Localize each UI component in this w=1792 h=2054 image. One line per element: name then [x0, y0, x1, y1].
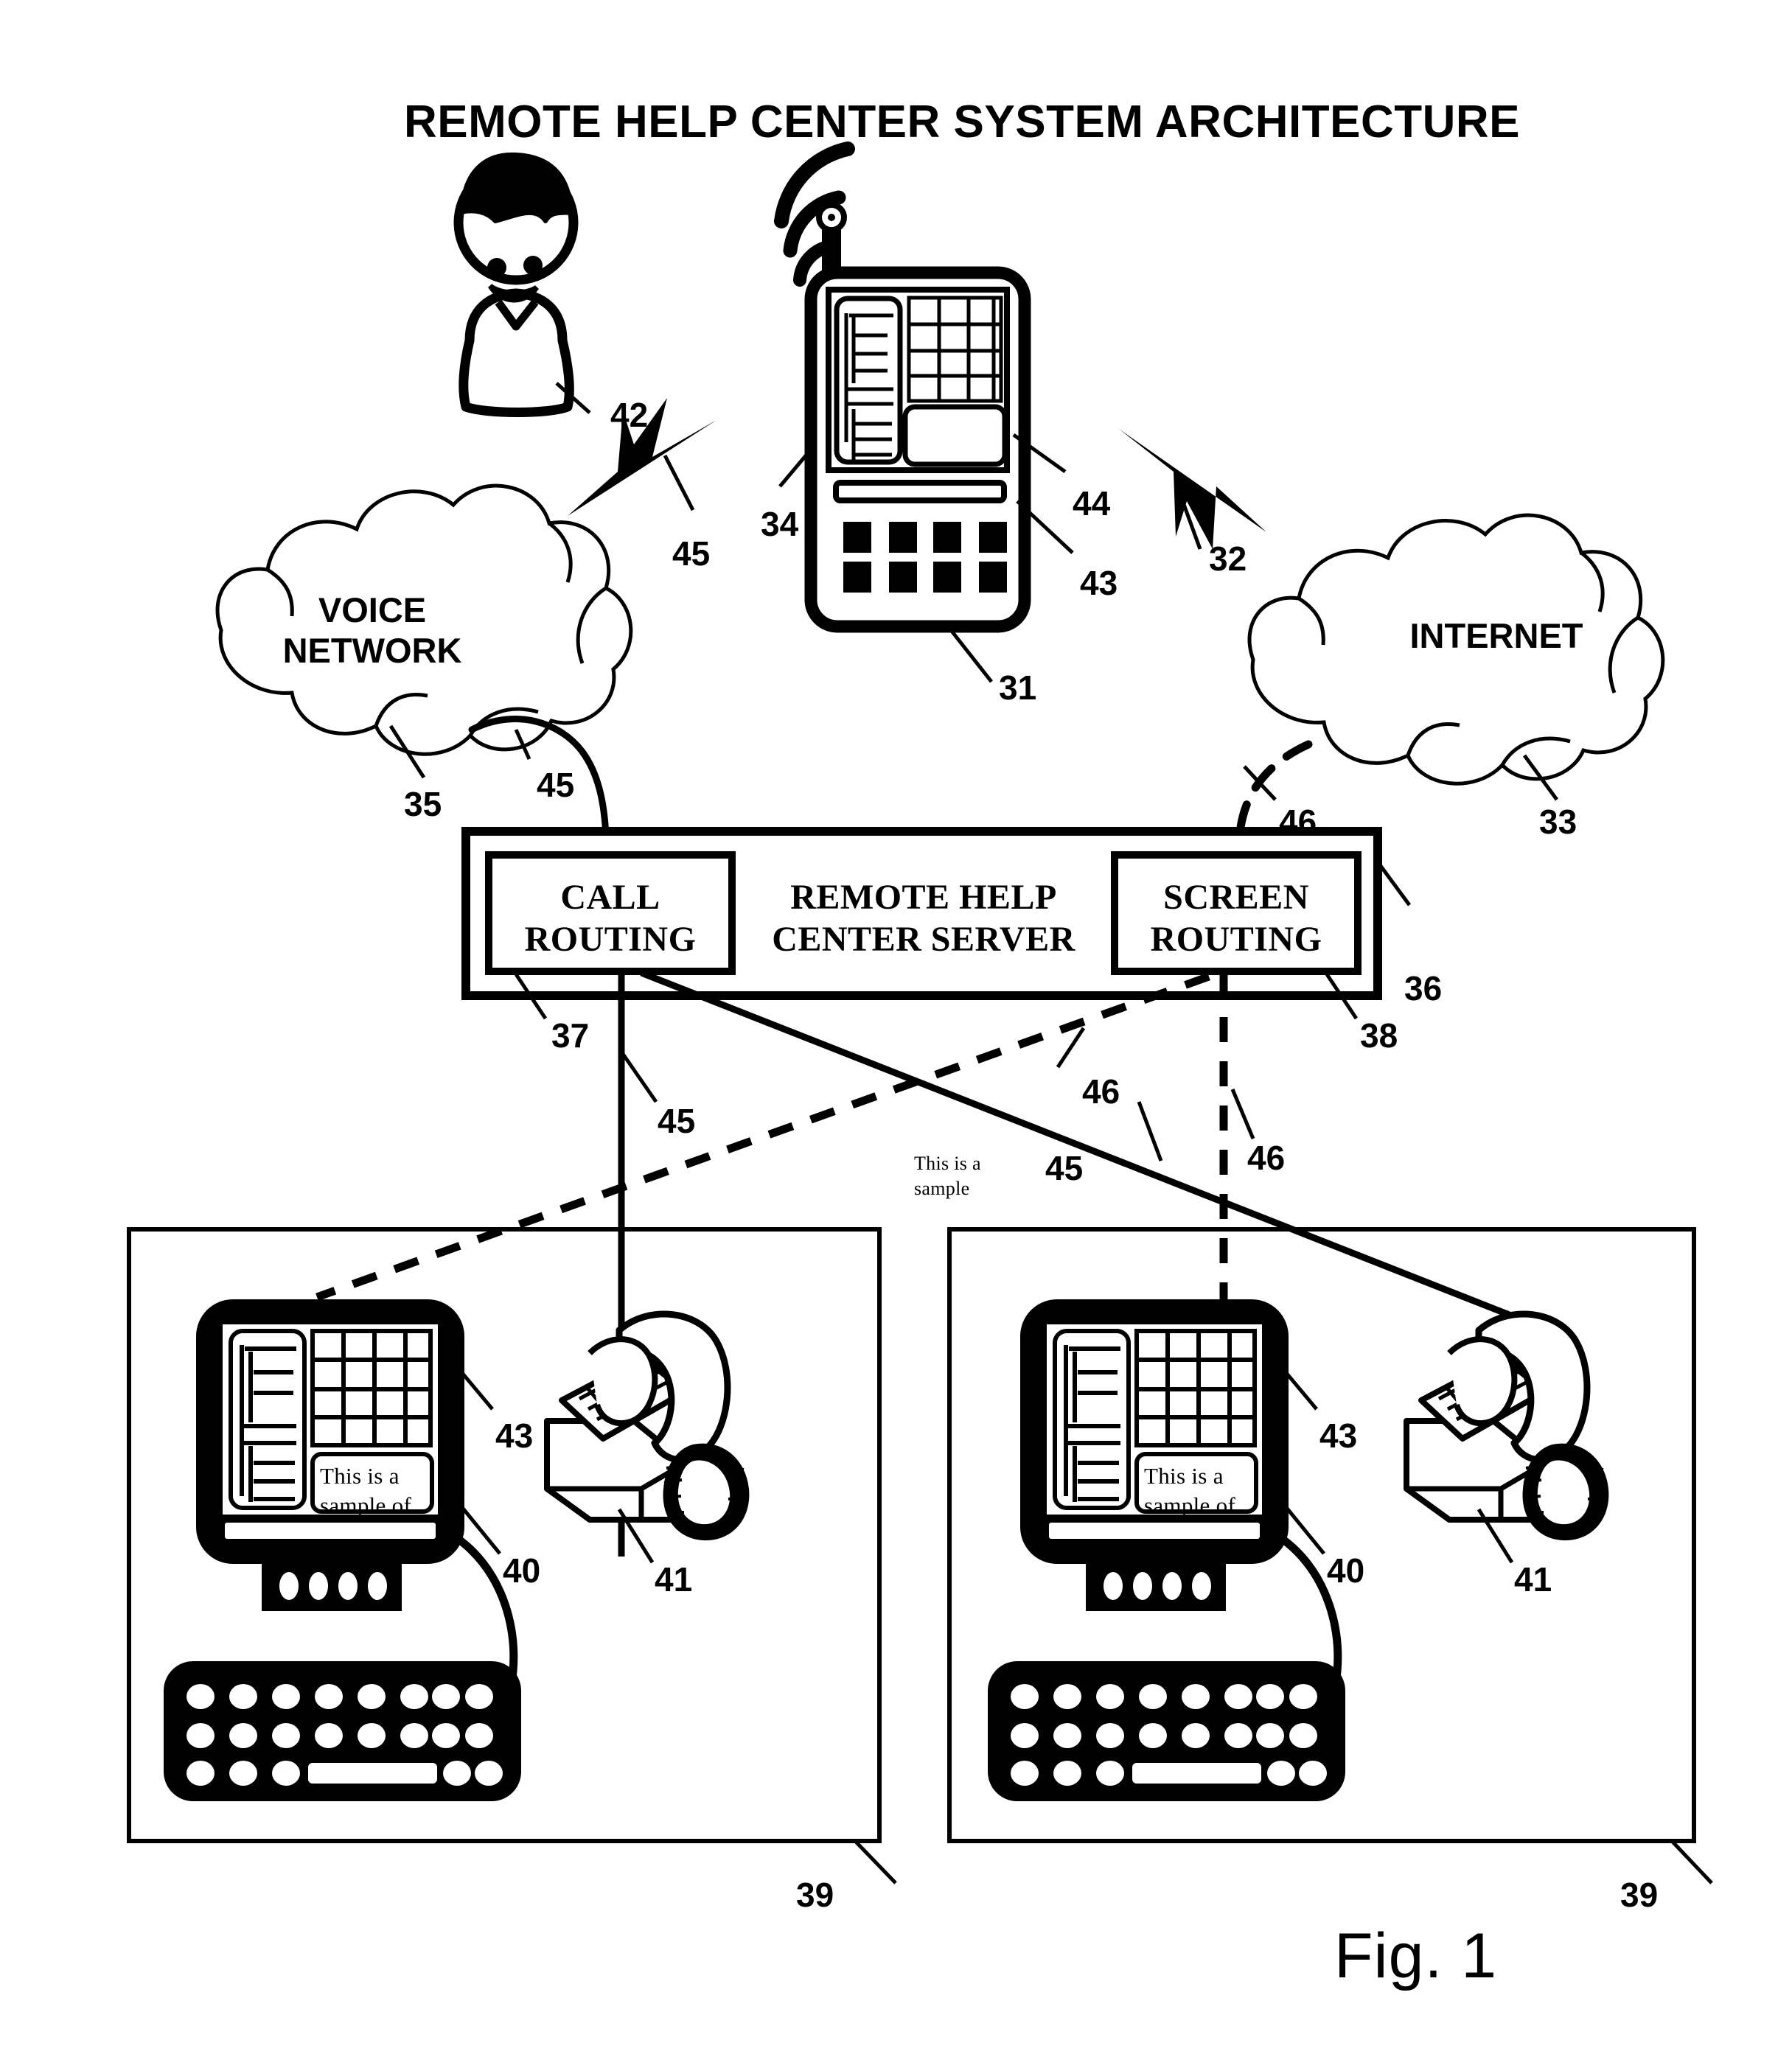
ref-34: 34	[761, 505, 799, 543]
ref-46-right: 46	[1247, 1139, 1286, 1177]
ref-41-left: 41	[655, 1560, 693, 1599]
leader-46-right	[1230, 1089, 1255, 1139]
link-screen-to-left-workstation	[315, 972, 1210, 1302]
telephone-left	[544, 1310, 750, 1564]
internet-label: INTERNET	[1409, 616, 1583, 655]
ref-37: 37	[551, 1016, 590, 1055]
voice-network-label: VOICE NETWORK	[282, 590, 462, 671]
figure-number: Fig. 1	[1334, 1921, 1498, 1991]
mobile-device	[804, 202, 1031, 633]
ref-38: 38	[1360, 1016, 1398, 1055]
page-title: REMOTE HELP CENTER SYSTEM ARCHITECTURE	[404, 97, 1520, 147]
ref-45-left: 45	[658, 1102, 696, 1140]
ref-43-right: 43	[1319, 1417, 1358, 1455]
screen-routing-label[interactable]: SCREEN ROUTING	[1118, 877, 1354, 960]
user-person-icon	[453, 152, 579, 417]
leader-45-right	[1137, 1101, 1163, 1162]
leader-39-right	[1670, 1840, 1713, 1884]
leader-45-left	[621, 1052, 658, 1103]
workstation-left-screen-text: This is a sample of	[320, 1463, 412, 1519]
ref-42: 42	[610, 396, 649, 434]
ref-40-right: 40	[1327, 1551, 1365, 1590]
ref-35: 35	[404, 785, 442, 823]
diagram-line-art	[127, 142, 1713, 1884]
workstation-right-screen-text: This is a sample of	[1144, 1463, 1236, 1519]
leader-46-mid	[1056, 1027, 1086, 1069]
leader-39-left	[854, 1840, 897, 1884]
ref-45-cloud: 45	[537, 766, 575, 804]
ref-36: 36	[1404, 969, 1443, 1007]
ref-44: 44	[1073, 484, 1111, 523]
call-routing-label[interactable]: CALL ROUTING	[492, 877, 728, 960]
leader-31	[949, 629, 993, 683]
workstation-right	[988, 1299, 1609, 1801]
leader-45-wireless	[663, 454, 695, 511]
ref-46-mid: 46	[1082, 1072, 1120, 1111]
ref-32: 32	[1209, 539, 1247, 578]
ref-33: 33	[1539, 803, 1577, 841]
ref-39-right: 39	[1620, 1876, 1659, 1914]
ref-45-right: 45	[1045, 1149, 1084, 1187]
ref-39-left: 39	[796, 1876, 834, 1914]
server-title: REMOTE HELP CENTER SERVER	[772, 878, 1075, 959]
ref-43-left: 43	[495, 1417, 534, 1455]
ref-45-wireless: 45	[672, 534, 711, 573]
ref-40-left: 40	[503, 1551, 541, 1590]
telephone-right	[1404, 1310, 1609, 1564]
workstation-left	[164, 1299, 750, 1801]
ref-41-right: 41	[1514, 1560, 1552, 1599]
mobile-screen-text: This is a sample	[914, 1153, 981, 1199]
ref-31: 31	[999, 668, 1037, 707]
leader-36	[1378, 864, 1412, 907]
patent-figure: REMOTE HELP CENTER SYSTEM ARCHITECTURE V…	[0, 0, 1792, 2054]
ref-43-mobile: 43	[1080, 564, 1118, 602]
ref-46-cloud: 46	[1279, 803, 1317, 841]
